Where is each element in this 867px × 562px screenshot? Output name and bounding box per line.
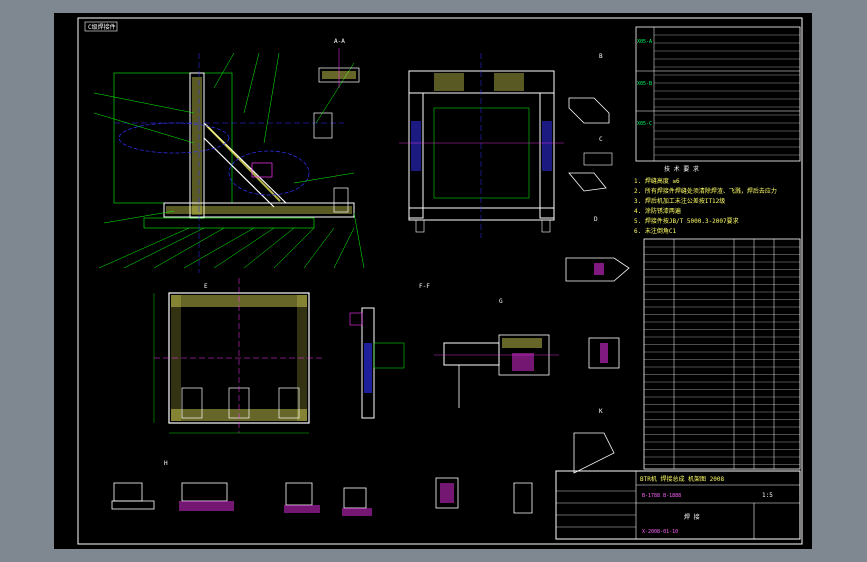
table-label: X05-C: [637, 121, 652, 127]
table-label: X05-B: [637, 81, 652, 87]
note-line: 2. 所有焊接件焊缝处须清除焊渣、飞溅，焊后去应力: [634, 187, 777, 195]
spec-tables: X05-A X05-B X05-C: [635, 26, 801, 162]
note-line: 5. 焊接件按JB/T 5000.3-2007要求: [634, 217, 739, 225]
section-vertical: [349, 307, 405, 419]
note-line: 4. 涂防锈漆两遍: [634, 207, 681, 215]
section-label: K: [599, 408, 603, 415]
section-label: H: [164, 460, 168, 467]
detail-center-bottom: [434, 334, 559, 408]
drawing-scale: 1:5: [762, 492, 773, 499]
side-view: [399, 53, 564, 238]
technical-notes: 技 术 要 求 1. 焊缝高度 ≥6 2. 所有焊接件焊缝处须清除焊渣、飞溅，焊…: [634, 165, 777, 235]
cad-drawing: C级焊接件 A-A B C D E F-F G H K 技 术 要 求 1. 焊…: [77, 17, 803, 545]
front-view: [93, 52, 365, 273]
drawing-number: B-1788 B-1888: [642, 493, 681, 499]
drawing-border: [77, 17, 803, 545]
notes-heading: 技 术 要 求: [664, 165, 699, 173]
note-line: 3. 焊后机加工未注公差按IT12级: [634, 197, 725, 205]
section-label: F-F: [419, 283, 430, 290]
section-label: A-A: [334, 38, 345, 45]
company-name: 焊 接: [684, 513, 700, 521]
table-label: X05-A: [637, 39, 652, 45]
spec-table-grid: [654, 34, 800, 156]
section-label: C: [599, 136, 603, 143]
section-label: D: [594, 216, 598, 223]
frame-tag: C级焊接件: [88, 23, 116, 31]
bottom-details: [111, 477, 533, 516]
note-line: 1. 焊缝高度 ≥6: [634, 177, 680, 185]
title-block: BTR机 焊接总成 机架图 2008 B-1788 B-1888 1:5 焊 接…: [555, 470, 801, 540]
detail-right-column: [565, 97, 630, 474]
section-label: B: [599, 53, 603, 60]
section-label-group: A-A B C D E F-F G H K: [164, 38, 603, 467]
part-number: X-2008-01-10: [642, 529, 678, 535]
section-label: G: [499, 298, 503, 305]
section-label: E: [204, 283, 208, 290]
detail-top-small: [318, 48, 360, 88]
drawing-viewport[interactable]: C级焊接件 A-A B C D E F-F G H K 技 术 要 求 1. 焊…: [54, 13, 812, 549]
note-line: 6. 未注倒角C1: [634, 227, 676, 235]
parts-list-grid: [644, 246, 800, 465]
plan-view: [153, 278, 324, 434]
title-caption: BTR机 焊接总成 机架图 2008: [640, 475, 725, 483]
